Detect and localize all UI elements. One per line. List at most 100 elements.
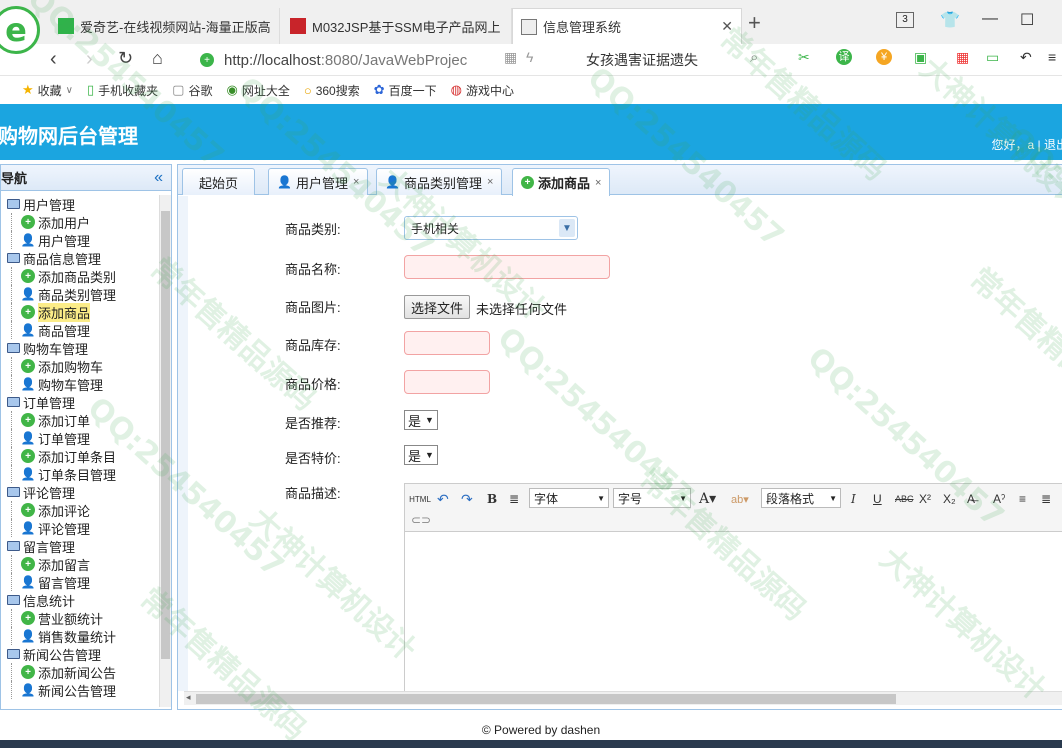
back-icon[interactable]: ‹ — [50, 48, 57, 71]
superscript-icon[interactable]: X² — [919, 489, 931, 509]
nav-item[interactable]: 👤 订单管理 — [1, 429, 159, 447]
minimize-icon[interactable]: — — [982, 10, 998, 28]
nav-group[interactable]: 订单管理 — [1, 393, 159, 411]
menu-icon[interactable]: ≡ — [1048, 49, 1056, 65]
nav-item[interactable]: 👤 销售数量统计 — [1, 627, 159, 645]
nav-item[interactable]: 👤 留言管理 — [1, 573, 159, 591]
editor-content-area[interactable] — [405, 532, 1062, 692]
browser-tab-iqiyi[interactable]: 爱奇艺-在线视频网站-海量正版高 — [50, 8, 280, 44]
url-field[interactable]: + http://localhost:8080/JavaWebProjec — [200, 48, 580, 72]
collapse-icon[interactable]: « — [154, 169, 163, 187]
scissors-icon[interactable]: ✂ — [798, 49, 810, 66]
browser-tab-active[interactable]: 信息管理系统 ✕ — [512, 8, 742, 44]
price-input[interactable] — [404, 370, 490, 394]
rich-text-editor[interactable]: HTML ↶ ↷ B ≣ 字体 ▼ 字号 ▼ A▾ ab▾ 段落格式 ▼ I U AB… — [404, 483, 1062, 693]
qr-icon[interactable]: ▦ — [504, 49, 517, 66]
recommend-select[interactable]: 是 ▼ — [404, 410, 438, 430]
nav-group[interactable]: 评论管理 — [1, 483, 159, 501]
forward-icon[interactable]: › — [86, 48, 93, 71]
image-icon[interactable]: ▣ — [914, 49, 927, 66]
bookmark-favorites[interactable]: ★ 收藏 ∨ — [22, 82, 73, 99]
content-scrollbar[interactable]: ◂ — [184, 691, 1062, 705]
category-select[interactable]: 手机相关 ▼ — [404, 216, 578, 240]
font-family-select[interactable]: 字体 ▼ — [529, 488, 609, 508]
strikethrough-icon[interactable]: ABC — [895, 489, 914, 509]
tab-home[interactable]: 起始页 — [182, 168, 256, 195]
nav-item[interactable]: + 添加订单 — [1, 411, 159, 429]
highlight-icon[interactable]: ab▾ — [731, 489, 749, 509]
nav-item[interactable]: + 添加评论 — [1, 501, 159, 519]
nav-item[interactable]: + 添加新闻公告 — [1, 663, 159, 681]
nav-item[interactable]: + 添加用户 — [1, 213, 159, 231]
name-input[interactable] — [404, 255, 610, 279]
nav-item[interactable]: 👤 商品类别管理 — [1, 285, 159, 303]
bookmark-360[interactable]: ○ 360搜索 — [304, 82, 360, 99]
subscript-icon[interactable]: X₂ — [943, 489, 956, 509]
nav-group[interactable]: 商品信息管理 — [1, 249, 159, 267]
skin-icon[interactable]: 👕 — [940, 10, 960, 30]
close-tab-icon[interactable]: ✕ — [721, 18, 733, 35]
scrollbar-thumb[interactable] — [161, 211, 170, 659]
nav-item[interactable]: + 添加订单条目 — [1, 447, 159, 465]
tab-user-management[interactable]: 👤 用户管理 × — [268, 168, 369, 195]
paragraph-format-select[interactable]: 段落格式 ▼ — [761, 488, 841, 508]
maximize-icon[interactable]: ☐ — [1020, 10, 1034, 30]
bookmark-sites[interactable]: ◉ 网址大全 — [226, 82, 289, 99]
search-field[interactable]: 女孩遇害证据遗失 — [586, 50, 698, 70]
html-source-button[interactable]: HTML — [409, 489, 431, 509]
stock-input[interactable] — [404, 331, 490, 355]
scrollbar-thumb[interactable] — [196, 694, 896, 704]
nav-group[interactable]: 购物车管理 — [1, 339, 159, 357]
format-icon[interactable]: ≣ — [509, 489, 519, 509]
font-color-icon[interactable]: A▾ — [699, 489, 716, 509]
nav-item[interactable]: + 添加商品 — [1, 302, 159, 322]
choose-file-button[interactable]: 选择文件 — [404, 295, 471, 319]
translate-icon[interactable]: 译 — [836, 49, 852, 65]
font-size-select[interactable]: 字号 ▼ — [613, 488, 691, 508]
nav-item[interactable]: 👤 商品管理 — [1, 321, 159, 339]
nav-item[interactable]: + 添加购物车 — [1, 357, 159, 375]
scroll-left-icon[interactable]: ◂ — [186, 692, 191, 703]
nav-item[interactable]: 👤 订单条目管理 — [1, 465, 159, 483]
nav-group[interactable]: 留言管理 — [1, 537, 159, 555]
lightning-icon[interactable]: ϟ — [526, 49, 533, 65]
new-tab-icon[interactable]: + — [748, 10, 761, 36]
undo-icon[interactable]: ↶ — [437, 489, 449, 509]
undo-icon[interactable]: ↶ — [1020, 49, 1032, 66]
underline-icon[interactable]: U — [873, 489, 882, 509]
align-left-icon[interactable]: ≡ — [1019, 489, 1026, 509]
nav-item[interactable]: 👤 购物车管理 — [1, 375, 159, 393]
format-painter-icon[interactable]: Aˀ — [993, 489, 1005, 509]
nav-item[interactable]: + 营业额统计 — [1, 609, 159, 627]
home-icon[interactable]: ⌂ — [152, 48, 163, 69]
close-tab-icon[interactable]: × — [595, 177, 601, 189]
tab-add-product[interactable]: + 添加商品 × — [512, 168, 611, 196]
bookmark-mobile[interactable]: ▯ 手机收藏夹 — [87, 82, 158, 99]
sidebar-scrollbar[interactable] — [159, 195, 171, 707]
refresh-icon[interactable]: ↻ — [118, 48, 133, 69]
tab-count-badge[interactable]: 3 — [896, 12, 914, 28]
clear-format-icon[interactable]: A̶ — [967, 489, 975, 509]
search-icon[interactable]: ⌕ — [750, 49, 758, 66]
user-greeting[interactable]: 您好，a | 退出 — [992, 136, 1062, 153]
browser-tab-project[interactable]: M032JSP基于SSM电子产品网上 — [282, 8, 512, 44]
nav-group[interactable]: 新闻公告管理 — [1, 645, 159, 663]
special-select[interactable]: 是 ▼ — [404, 445, 438, 465]
nav-group[interactable]: 信息统计 — [1, 591, 159, 609]
bookmark-games[interactable]: ◍ 游戏中心 — [451, 82, 514, 99]
nav-item[interactable]: 👤 用户管理 — [1, 231, 159, 249]
nav-item[interactable]: 👤 新闻公告管理 — [1, 681, 159, 699]
nav-item[interactable]: + 添加商品类别 — [1, 267, 159, 285]
bookmark-baidu[interactable]: ✿ 百度一下 — [374, 82, 437, 99]
align-justify-icon[interactable]: ≣ — [1041, 489, 1051, 509]
coin-icon[interactable]: ¥ — [876, 49, 892, 65]
bookmark-google[interactable]: ▢ 谷歌 — [172, 82, 212, 99]
bold-icon[interactable]: B — [487, 489, 497, 509]
battery-icon[interactable]: ▭ — [986, 49, 999, 66]
close-tab-icon[interactable]: × — [353, 176, 359, 188]
close-tab-icon[interactable]: × — [487, 176, 493, 188]
link-icon[interactable]: ⊂⊃ — [411, 510, 431, 530]
apps-icon[interactable]: ▦ — [956, 49, 969, 66]
tab-category-management[interactable]: 👤 商品类别管理 × — [376, 168, 503, 195]
redo-icon[interactable]: ↷ — [461, 489, 473, 509]
